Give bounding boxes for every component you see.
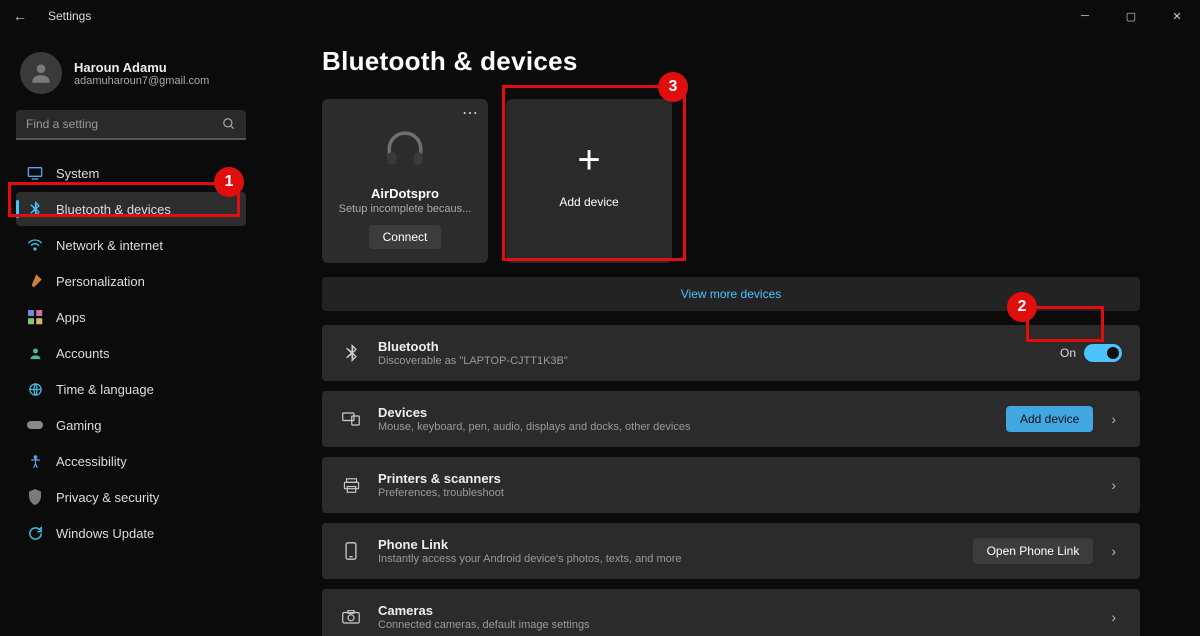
- camera-icon: [340, 610, 362, 624]
- search-input[interactable]: [16, 110, 246, 140]
- device-status: Setup incomplete becaus...: [322, 203, 488, 215]
- page-title: Bluetooth & devices: [322, 46, 1140, 77]
- open-phone-link-button[interactable]: Open Phone Link: [973, 538, 1094, 564]
- sidebar-item-windows-update[interactable]: Windows Update: [16, 516, 246, 550]
- toggle-label: On: [1060, 346, 1076, 360]
- bluetooth-icon: [340, 344, 362, 362]
- maximize-button[interactable]: ▢: [1108, 0, 1154, 32]
- gamepad-icon: [26, 416, 44, 434]
- row-sub: Preferences, troubleshoot: [378, 487, 504, 499]
- search-box[interactable]: [16, 110, 246, 140]
- chevron-right-icon[interactable]: ›: [1105, 603, 1122, 631]
- wifi-icon: [26, 236, 44, 254]
- plus-icon: +: [577, 145, 600, 175]
- row-title: Bluetooth: [378, 339, 568, 354]
- brush-icon: [26, 272, 44, 290]
- sidebar-item-accounts[interactable]: Accounts: [16, 336, 246, 370]
- close-button[interactable]: ✕: [1154, 0, 1200, 32]
- add-device-tile[interactable]: + Add device: [506, 99, 672, 263]
- sidebar-item-label: System: [56, 166, 99, 181]
- system-icon: [26, 164, 44, 182]
- sidebar-item-apps[interactable]: Apps: [16, 300, 246, 334]
- user-name: Haroun Adamu: [74, 60, 209, 75]
- sidebar-item-personalization[interactable]: Personalization: [16, 264, 246, 298]
- nav: System Bluetooth & devices Network & int…: [16, 156, 246, 550]
- sidebar-item-bluetooth-devices[interactable]: Bluetooth & devices: [16, 192, 246, 226]
- sidebar-item-label: Network & internet: [56, 238, 163, 253]
- chevron-right-icon[interactable]: ›: [1105, 471, 1122, 499]
- sidebar-item-label: Gaming: [56, 418, 102, 433]
- search-icon: [222, 117, 236, 136]
- device-name: AirDotspro: [371, 186, 439, 201]
- sidebar-item-label: Bluetooth & devices: [56, 202, 171, 217]
- connect-button[interactable]: Connect: [369, 225, 442, 249]
- row-title: Cameras: [378, 603, 590, 618]
- row-sub: Mouse, keyboard, pen, audio, displays an…: [378, 421, 690, 433]
- row-phone-link[interactable]: Phone Link Instantly access your Android…: [322, 523, 1140, 579]
- device-tile[interactable]: ⋯ AirDotspro Setup incomplete becaus... …: [322, 99, 488, 263]
- person-icon: [26, 344, 44, 362]
- device-tile-more-icon[interactable]: ⋯: [462, 103, 480, 123]
- row-devices[interactable]: Devices Mouse, keyboard, pen, audio, dis…: [322, 391, 1140, 447]
- row-sub: Instantly access your Android device's p…: [378, 553, 682, 565]
- printer-icon: [340, 478, 362, 493]
- headphones-icon: [384, 129, 426, 172]
- bluetooth-icon: [26, 200, 44, 218]
- shield-icon: [26, 488, 44, 506]
- user-profile[interactable]: Haroun Adamu adamuharoun7@gmail.com: [20, 52, 246, 94]
- minimize-button[interactable]: ─: [1062, 0, 1108, 32]
- sidebar-item-label: Windows Update: [56, 526, 154, 541]
- row-cameras[interactable]: Cameras Connected cameras, default image…: [322, 589, 1140, 636]
- row-title: Printers & scanners: [378, 471, 504, 486]
- devices-icon: [340, 412, 362, 426]
- sidebar-item-label: Accounts: [56, 346, 109, 361]
- title-bar: ← Settings ─ ▢ ✕: [0, 0, 1200, 32]
- row-title: Devices: [378, 405, 690, 420]
- chevron-right-icon[interactable]: ›: [1105, 537, 1122, 565]
- sidebar-item-label: Time & language: [56, 382, 154, 397]
- sidebar: Haroun Adamu adamuharoun7@gmail.com Syst…: [0, 32, 262, 636]
- back-button[interactable]: ←: [0, 8, 40, 24]
- sidebar-item-network[interactable]: Network & internet: [16, 228, 246, 262]
- chevron-right-icon[interactable]: ›: [1105, 405, 1122, 433]
- apps-icon: [26, 308, 44, 326]
- sidebar-item-label: Privacy & security: [56, 490, 159, 505]
- row-bluetooth: Bluetooth Discoverable as "LAPTOP-CJTT1K…: [322, 325, 1140, 381]
- sidebar-item-accessibility[interactable]: Accessibility: [16, 444, 246, 478]
- row-printers[interactable]: Printers & scanners Preferences, trouble…: [322, 457, 1140, 513]
- avatar: [20, 52, 62, 94]
- sidebar-item-time-language[interactable]: Time & language: [16, 372, 246, 406]
- row-sub: Connected cameras, default image setting…: [378, 619, 590, 631]
- phone-icon: [340, 542, 362, 560]
- sidebar-item-label: Accessibility: [56, 454, 127, 469]
- add-device-button[interactable]: Add device: [1006, 406, 1093, 432]
- row-title: Phone Link: [378, 537, 682, 552]
- toggle-switch[interactable]: [1084, 344, 1122, 362]
- sidebar-item-label: Personalization: [56, 274, 145, 289]
- sidebar-item-label: Apps: [56, 310, 86, 325]
- update-icon: [26, 524, 44, 542]
- window-title: Settings: [48, 9, 91, 23]
- accessibility-icon: [26, 452, 44, 470]
- add-device-label: Add device: [559, 195, 618, 209]
- view-more-devices[interactable]: View more devices: [322, 277, 1140, 311]
- main-panel: Bluetooth & devices ⋯ AirDotspro Setup i…: [262, 32, 1200, 636]
- row-sub: Discoverable as "LAPTOP-CJTT1K3B": [378, 355, 568, 367]
- bluetooth-toggle[interactable]: On: [1060, 344, 1122, 362]
- sidebar-item-system[interactable]: System: [16, 156, 246, 190]
- user-email: adamuharoun7@gmail.com: [74, 75, 209, 87]
- sidebar-item-gaming[interactable]: Gaming: [16, 408, 246, 442]
- sidebar-item-privacy[interactable]: Privacy & security: [16, 480, 246, 514]
- globe-icon: [26, 380, 44, 398]
